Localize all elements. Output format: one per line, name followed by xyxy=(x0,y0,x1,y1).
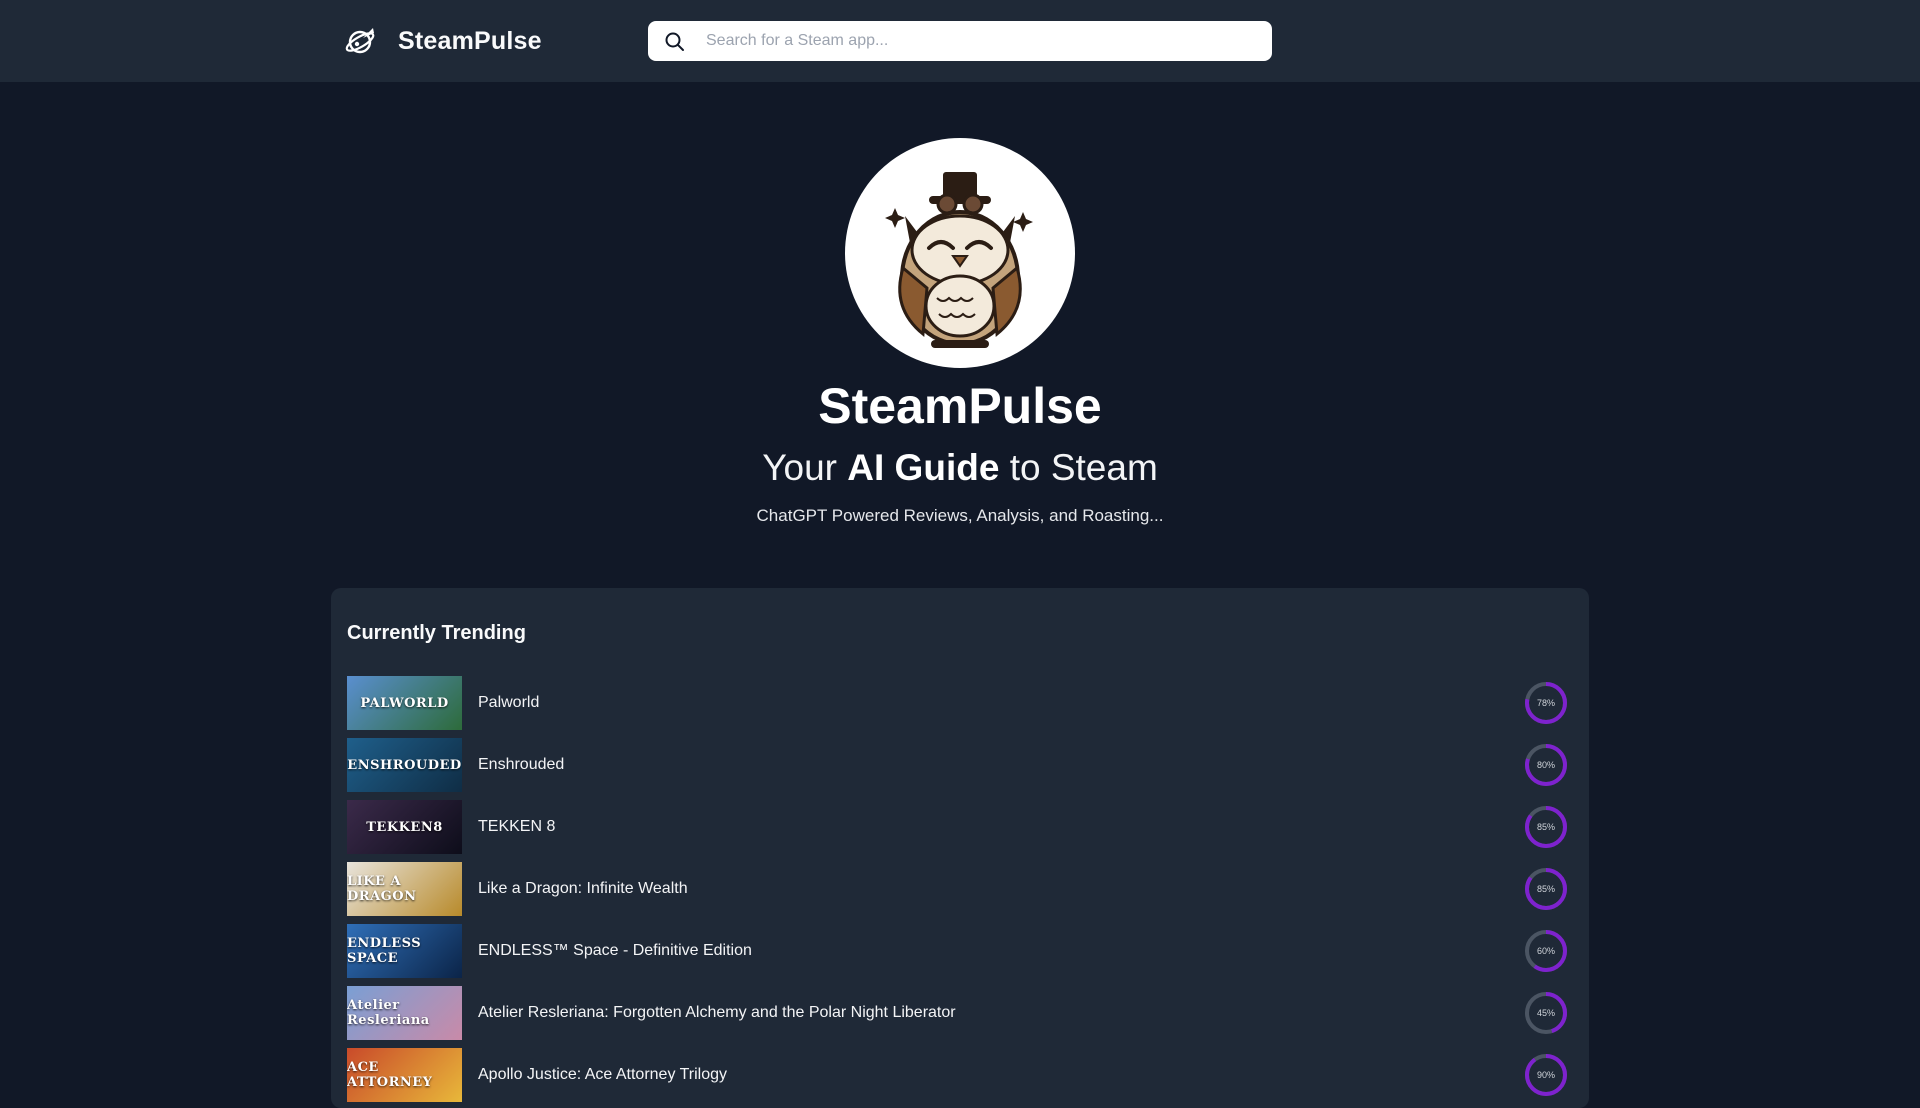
trending-panel: Currently Trending PALWORLD Palworld 78% EN… xyxy=(331,588,1589,1108)
owl-mascot-image xyxy=(885,172,1033,348)
thumbnail-logo-text: Atelier Resleriana xyxy=(347,998,430,1028)
trending-list: PALWORLD Palworld 78% ENSHROUDED Enshrouded 8… xyxy=(347,672,1567,1106)
trending-item[interactable]: LIKE A DRAGON Like a Dragon: Infinite Wea… xyxy=(347,858,1567,920)
hero-subtitle: ChatGPT Powered Reviews, Analysis, and R… xyxy=(756,506,1164,525)
thumbnail-logo-text: TEKKEN8 xyxy=(366,819,443,835)
trending-item[interactable]: ACE ATTORNEY Apollo Justice: Ace Attorney… xyxy=(347,1044,1567,1106)
brand-name: SteamPulse xyxy=(398,26,542,55)
thumbnail-logo-text: LIKE A DRAGON xyxy=(347,874,417,904)
thumbnail-logo-text: ENDLESS SPACE xyxy=(347,936,422,966)
top-navbar: SteamPulse xyxy=(0,0,1920,82)
score-ring: 85% xyxy=(1523,866,1569,912)
thumbnail-logo-text: PALWORLD xyxy=(360,695,449,711)
score-percent: 80% xyxy=(1536,760,1555,770)
game-thumbnail[interactable]: LIKE A DRAGON xyxy=(347,862,462,916)
thumbnail-logo-text: ENSHROUDED xyxy=(347,757,462,773)
score-percent: 90% xyxy=(1536,1070,1555,1080)
score-ring: 45% xyxy=(1523,990,1569,1036)
tagline-highlight: AI Guide xyxy=(847,447,1000,488)
game-title[interactable]: Palworld xyxy=(478,694,539,712)
game-title[interactable]: Like a Dragon: Infinite Wealth xyxy=(478,880,688,898)
score-ring: 60% xyxy=(1523,928,1569,974)
hero-tagline: Your AI Guide to Steam xyxy=(0,445,1920,491)
trending-item[interactable]: PALWORLD Palworld 78% xyxy=(347,672,1567,734)
game-thumbnail[interactable]: ACE ATTORNEY xyxy=(347,1048,462,1102)
score-ring: 78% xyxy=(1523,680,1569,726)
hero-title: SteamPulse xyxy=(818,378,1102,434)
thumbnail-logo-text: ACE ATTORNEY xyxy=(347,1060,433,1090)
game-thumbnail[interactable]: ENDLESS SPACE xyxy=(347,924,462,978)
game-title[interactable]: TEKKEN 8 xyxy=(478,818,555,836)
score-percent: 85% xyxy=(1536,884,1555,894)
game-thumbnail[interactable]: ENSHROUDED xyxy=(347,738,462,792)
trending-title: Currently Trending xyxy=(347,622,526,644)
game-thumbnail[interactable]: PALWORLD xyxy=(347,676,462,730)
game-title[interactable]: Atelier Resleriana: Forgotten Alchemy an… xyxy=(478,1004,956,1022)
search-input[interactable] xyxy=(706,21,1256,61)
tagline-prefix: Your xyxy=(762,447,837,488)
trending-item[interactable]: TEKKEN8 TEKKEN 8 85% xyxy=(347,796,1567,858)
game-title[interactable]: ENDLESS™ Space - Definitive Edition xyxy=(478,942,752,960)
game-thumbnail[interactable]: TEKKEN8 xyxy=(347,800,462,854)
trending-item[interactable]: Atelier Resleriana Atelier Resleriana: Fo… xyxy=(347,982,1567,1044)
search-icon xyxy=(665,32,684,51)
trending-item[interactable]: ENSHROUDED Enshrouded 80% xyxy=(347,734,1567,796)
score-percent: 60% xyxy=(1536,946,1555,956)
trending-item[interactable]: ENDLESS SPACE ENDLESS™ Space - Definitive… xyxy=(347,920,1567,982)
game-title[interactable]: Enshrouded xyxy=(478,756,564,774)
score-ring: 90% xyxy=(1523,1052,1569,1098)
brand-home-link[interactable]: SteamPulse xyxy=(344,22,542,60)
search-bar[interactable] xyxy=(648,21,1272,61)
game-thumbnail[interactable]: Atelier Resleriana xyxy=(347,986,462,1040)
rocket-planet-icon xyxy=(345,28,375,54)
score-percent: 78% xyxy=(1536,698,1555,708)
score-percent: 85% xyxy=(1536,822,1555,832)
score-ring: 85% xyxy=(1523,804,1569,850)
score-percent: 45% xyxy=(1536,1008,1555,1018)
game-title[interactable]: Apollo Justice: Ace Attorney Trilogy xyxy=(478,1066,727,1084)
score-ring: 80% xyxy=(1523,742,1569,788)
owl-mascot-logo xyxy=(845,138,1075,368)
tagline-suffix: to Steam xyxy=(1009,447,1158,488)
